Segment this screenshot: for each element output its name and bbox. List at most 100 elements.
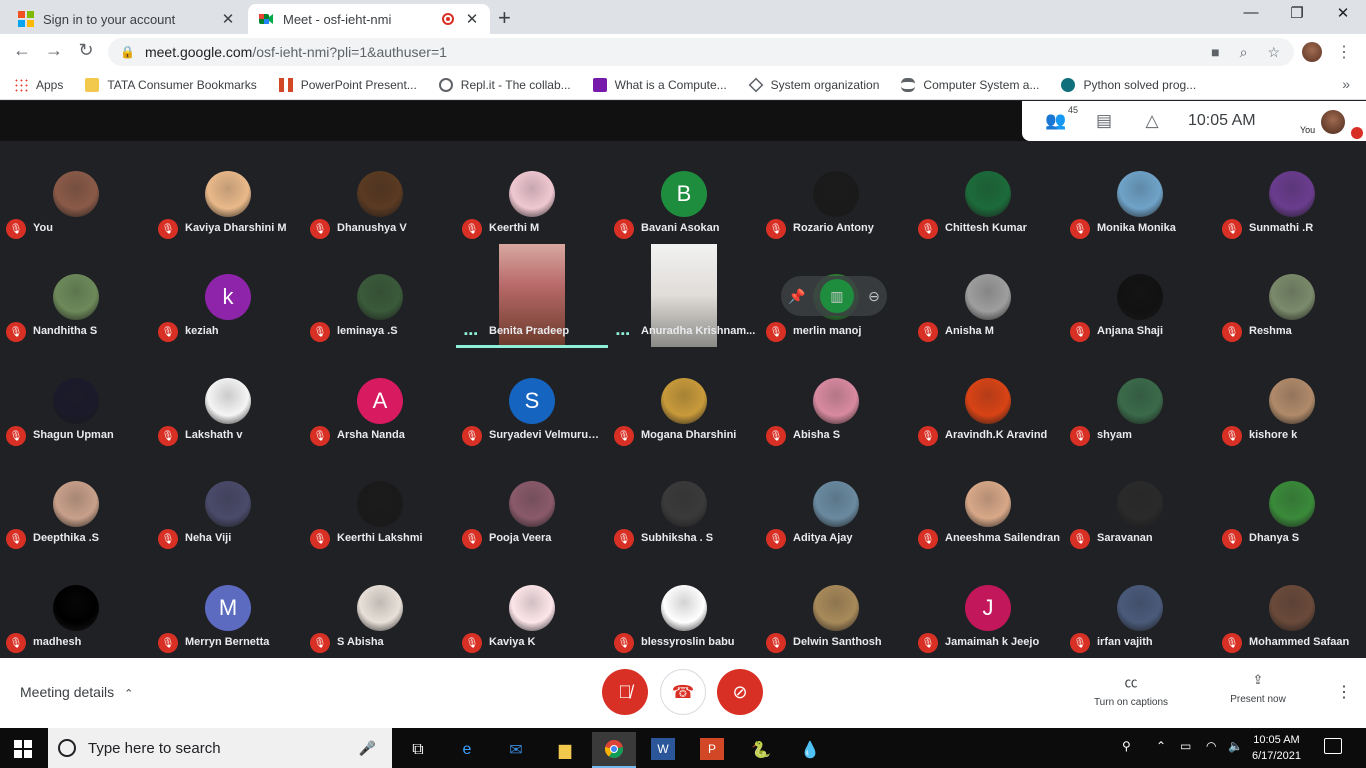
new-tab-button[interactable]: + <box>498 5 511 31</box>
participant-tile[interactable]: 🎙 Subhiksha . S <box>608 451 760 554</box>
participant-tile[interactable]: ▪▪▪ Anuradha Krishnam... <box>608 244 760 347</box>
participant-tile[interactable]: 🎙 Lakshath v <box>152 348 304 451</box>
battery-icon[interactable]: ▭ <box>1180 739 1191 753</box>
tab-meet[interactable]: Meet - osf-ieht-nmi ✕ <box>248 4 490 34</box>
participant-tile[interactable]: 🎙 Keerthi Lakshmi <box>304 451 456 554</box>
bookmark-folder[interactable]: TATA Consumer Bookmarks <box>85 77 257 92</box>
participant-tile[interactable]: 🎙 Abisha S <box>760 348 912 451</box>
meeting-details-button[interactable]: Meeting details ⌃ <box>20 684 133 700</box>
participant-tile[interactable]: 🎙 Aneeshma Sailendran <box>912 451 1064 554</box>
participant-tile[interactable]: 🎙 Keerthi M <box>456 141 608 244</box>
participant-tile[interactable]: 🎙 Chittesh Kumar <box>912 141 1064 244</box>
chrome-icon[interactable] <box>592 732 636 768</box>
people-icon[interactable]: 👥 45 <box>1042 105 1078 131</box>
taskbar-clock[interactable]: 10:05 AM 6/17/2021 <box>1252 732 1301 764</box>
participant-tile[interactable]: 🎙 Shagun Upman <box>0 348 152 451</box>
reload-button[interactable]: ↻ <box>74 40 98 61</box>
star-icon[interactable]: ☆ <box>1267 44 1280 61</box>
participant-tile[interactable]: 🎙 Aditya Ajay <box>760 451 912 554</box>
file-explorer-icon[interactable]: ▆ <box>543 732 587 768</box>
participant-tile[interactable]: 🎙 Sunmathi .R <box>1216 141 1366 244</box>
task-view-icon[interactable]: ⧉ <box>396 732 440 768</box>
tab-sign-in[interactable]: Sign in to your account ✕ <box>8 4 246 34</box>
participant-tile[interactable]: 🎙 Mogana Dharshini <box>608 348 760 451</box>
participant-tile[interactable]: 🎙 You <box>0 141 152 244</box>
restore-button[interactable]: ❐ <box>1274 4 1320 22</box>
bookmark-python[interactable]: Python solved prog... <box>1061 77 1196 92</box>
remove-icon[interactable]: ⊖ <box>868 288 880 305</box>
word-icon[interactable]: W <box>651 738 675 760</box>
chrome-menu-icon[interactable]: ⋮ <box>1336 42 1352 62</box>
address-bar[interactable]: 🔒 meet.google.com/osf-ieht-nmi?pli=1&aut… <box>108 38 1294 66</box>
participant-tile[interactable]: 🎙 madhesh <box>0 555 152 658</box>
camera-toggle-button[interactable]: ⊘ <box>717 669 763 715</box>
chat-icon[interactable]: ▤ <box>1090 111 1118 131</box>
participant-tile[interactable]: 🎙 irfan vajith <box>1064 555 1216 658</box>
python-idle-icon[interactable]: 🐍 <box>739 732 783 768</box>
action-center-icon[interactable] <box>1324 738 1342 754</box>
captions-button[interactable]: ㏄ Turn on captions <box>1086 672 1176 708</box>
more-bookmarks-icon[interactable]: » <box>1342 76 1350 92</box>
bookmark-replit[interactable]: Repl.it - The collab... <box>438 77 571 92</box>
leave-call-button[interactable]: ☎ <box>660 669 706 715</box>
zoom-icon[interactable]: ⌕ <box>1240 44 1248 61</box>
participant-tile[interactable]: 🎙 Mohammed Safaan <box>1216 555 1366 658</box>
activities-icon[interactable]: △ <box>1138 111 1166 131</box>
participant-tile[interactable]: 🎙 Rozario Antony <box>760 141 912 244</box>
more-options-icon[interactable]: ⋮ <box>1336 682 1352 702</box>
camera-icon[interactable]: ■ <box>1211 44 1219 61</box>
participant-tile[interactable]: 🎙 Nandhitha S <box>0 244 152 347</box>
volume-icon[interactable]: 🔈 <box>1228 739 1243 753</box>
close-tab-icon[interactable]: ✕ <box>220 10 236 28</box>
present-now-button[interactable]: ⇪ Present now <box>1222 672 1294 705</box>
edge-icon[interactable]: e <box>445 732 489 768</box>
paint3d-icon[interactable]: 💧 <box>788 732 832 768</box>
participant-tile[interactable]: 🎙 Saravanan <box>1064 451 1216 554</box>
bookmark-apps[interactable]: Apps <box>14 77 63 92</box>
bookmark-powerpoint[interactable]: PowerPoint Present... <box>278 77 417 92</box>
participant-tile[interactable]: 🎙 Anisha M <box>912 244 1064 347</box>
pin-toggle-icon[interactable]: ▥ <box>819 279 854 313</box>
back-button[interactable]: ← <box>10 40 34 61</box>
people-tray-icon[interactable]: ⚲ <box>1122 739 1131 753</box>
forward-button[interactable]: → <box>42 40 66 61</box>
windows-start-icon[interactable] <box>14 740 32 758</box>
close-window-button[interactable]: ✕ <box>1320 4 1366 22</box>
participant-tile[interactable]: J 🎙 Jamaimah k Jeejo <box>912 555 1064 658</box>
participant-tile[interactable]: 🎙 kishore k <box>1216 348 1366 451</box>
wifi-icon[interactable]: ◠ <box>1206 739 1216 753</box>
taskbar-search[interactable]: Type here to search 🎤 <box>48 728 392 768</box>
participant-tile[interactable]: S 🎙 Suryadevi Velmurugan <box>456 348 608 451</box>
participant-tile[interactable]: 🎙 Kaviya Dharshini M <box>152 141 304 244</box>
participant-tile[interactable]: 🎙 Pooja Veera <box>456 451 608 554</box>
close-tab-icon[interactable]: ✕ <box>464 10 480 28</box>
profile-avatar[interactable] <box>1302 42 1322 62</box>
participant-tile[interactable]: 🎙 Anjana Shaji <box>1064 244 1216 347</box>
minimize-button[interactable]: — <box>1228 4 1274 21</box>
pin-icon[interactable]: 📌 <box>788 288 805 305</box>
participant-tile[interactable]: k 🎙 keziah <box>152 244 304 347</box>
participant-tile[interactable]: 🎙 Neha Viji <box>152 451 304 554</box>
mic-icon[interactable]: 🎤 <box>359 740 376 757</box>
bookmark-onenote[interactable]: What is a Compute... <box>592 77 727 92</box>
participant-tile[interactable]: 🎙 S Abisha <box>304 555 456 658</box>
participant-tile[interactable]: 🎙 Aravindh.K Aravind <box>912 348 1064 451</box>
participant-tile[interactable]: 🎙 shyam <box>1064 348 1216 451</box>
participant-tile[interactable]: 🎙 Dhanushya V <box>304 141 456 244</box>
participant-tile[interactable]: 🎙 Reshma <box>1216 244 1366 347</box>
participant-tile[interactable]: A 🎙 Arsha Nanda <box>304 348 456 451</box>
participant-tile[interactable]: 🎙 Kaviya K <box>456 555 608 658</box>
participant-tile[interactable]: ▪▪▪ Benita Pradeep <box>456 244 608 348</box>
chevron-up-icon[interactable]: ⌃ <box>1156 739 1166 753</box>
participant-tile[interactable]: M 🎙 Merryn Bernetta <box>152 555 304 658</box>
participant-tile[interactable]: 🎙 Monika Monika <box>1064 141 1216 244</box>
powerpoint-icon[interactable]: P <box>700 738 724 760</box>
participant-tile[interactable]: 🎙 Dhanya S <box>1216 451 1366 554</box>
participant-tile[interactable]: 🎙 Delwin Santhosh <box>760 555 912 658</box>
mail-icon[interactable]: ✉ <box>494 732 538 768</box>
mic-toggle-button[interactable]: 🎙̸ <box>602 669 648 715</box>
participant-tile[interactable]: 🎙 leminaya .S <box>304 244 456 347</box>
bookmark-system-org[interactable]: System organization <box>748 77 879 92</box>
participant-tile[interactable]: 🎙 Deepthika .S <box>0 451 152 554</box>
participant-tile[interactable]: 🎙 blessyroslin babu <box>608 555 760 658</box>
